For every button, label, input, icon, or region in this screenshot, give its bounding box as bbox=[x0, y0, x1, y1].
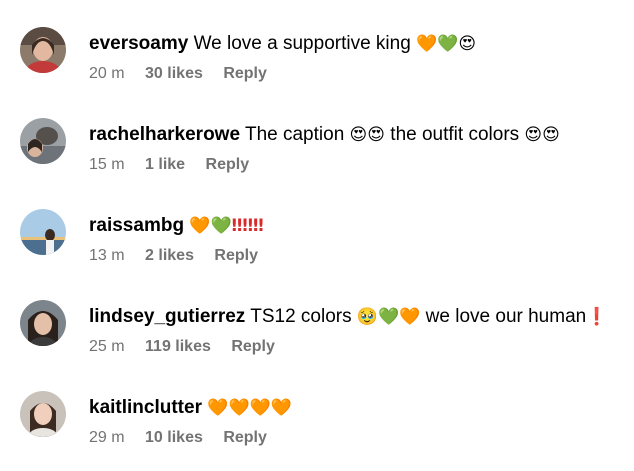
comment-text: kaitlinclutter 🧡🧡🧡🧡 bbox=[89, 396, 292, 420]
comment-text: lindsey_gutierrez TS12 colors 🥹💚🧡 we lov… bbox=[89, 305, 607, 329]
heart-eyes-icon: 😍 bbox=[524, 125, 543, 145]
timestamp: 15 m bbox=[89, 156, 125, 173]
timestamp: 20 m bbox=[89, 65, 125, 82]
timestamp: 13 m bbox=[89, 247, 125, 264]
green-heart-icon: 💚 bbox=[437, 34, 459, 54]
orange-heart-icon: 🧡 bbox=[228, 398, 250, 418]
orange-heart-icon: 🧡 bbox=[249, 398, 271, 418]
orange-heart-icon: 🧡 bbox=[189, 216, 211, 236]
comment-text: rachelharkerowe The caption 😍😍 the outfi… bbox=[89, 123, 560, 147]
avatar[interactable] bbox=[20, 118, 66, 164]
avatar[interactable] bbox=[20, 391, 66, 437]
comment-message: The caption bbox=[244, 124, 345, 145]
reply-button[interactable]: Reply bbox=[223, 429, 267, 446]
username[interactable]: rachelharkerowe bbox=[89, 124, 240, 145]
reply-button[interactable]: Reply bbox=[214, 247, 258, 264]
exclamation-icon: ❗ bbox=[586, 307, 608, 327]
orange-heart-icon: 🧡 bbox=[416, 34, 438, 54]
avatar[interactable] bbox=[20, 209, 66, 255]
comment-meta: 29 m 10 likes Reply bbox=[89, 429, 283, 447]
comment-item: kaitlinclutter 🧡🧡🧡🧡 29 m 10 likes Reply bbox=[0, 391, 634, 471]
avatar[interactable] bbox=[20, 300, 66, 346]
holding-back-tears-icon: 🥹 bbox=[356, 307, 379, 327]
comment-meta: 13 m 2 likes Reply bbox=[89, 247, 274, 265]
reply-button[interactable]: Reply bbox=[231, 338, 275, 355]
comment-message: TS12 colors bbox=[250, 306, 352, 327]
likes-count[interactable]: 30 likes bbox=[145, 65, 203, 82]
comments-list: eversoamy We love a supportive king 🧡💚😍 … bbox=[0, 0, 634, 462]
avatar[interactable] bbox=[20, 27, 66, 73]
orange-heart-icon: 🧡 bbox=[270, 398, 292, 418]
orange-heart-icon: 🧡 bbox=[399, 307, 421, 327]
likes-count[interactable]: 2 likes bbox=[145, 247, 194, 264]
comment-item: raissambg 🧡💚‼‼‼ 13 m 2 likes Reply bbox=[0, 209, 634, 289]
heart-eyes-icon: 😍 bbox=[349, 125, 368, 145]
comment-item: lindsey_gutierrez TS12 colors 🥹💚🧡 we lov… bbox=[0, 300, 634, 380]
orange-heart-icon: 🧡 bbox=[207, 398, 229, 418]
username[interactable]: kaitlinclutter bbox=[89, 397, 202, 418]
username[interactable]: eversoamy bbox=[89, 33, 188, 54]
likes-count[interactable]: 10 likes bbox=[145, 429, 203, 446]
comment-message: we love our human bbox=[425, 306, 587, 327]
comment-text: raissambg 🧡💚‼‼‼ bbox=[89, 214, 264, 238]
green-heart-icon: 💚 bbox=[210, 216, 232, 236]
reply-button[interactable]: Reply bbox=[206, 156, 250, 173]
likes-count[interactable]: 1 like bbox=[145, 156, 185, 173]
heart-eyes-icon: 😍 bbox=[542, 125, 560, 145]
timestamp: 25 m bbox=[89, 338, 125, 355]
comment-meta: 25 m 119 likes Reply bbox=[89, 338, 291, 356]
username[interactable]: raissambg bbox=[89, 215, 184, 236]
likes-count[interactable]: 119 likes bbox=[145, 338, 211, 355]
timestamp: 29 m bbox=[89, 429, 125, 446]
comment-message: We love a supportive king bbox=[193, 33, 411, 54]
comment-item: eversoamy We love a supportive king 🧡💚😍 … bbox=[0, 27, 634, 107]
comment-text: eversoamy We love a supportive king 🧡💚😍 bbox=[89, 32, 476, 56]
comment-meta: 20 m 30 likes Reply bbox=[89, 65, 283, 83]
heart-eyes-icon: 😍 bbox=[367, 125, 386, 145]
comment-message: the outfit colors bbox=[390, 124, 520, 145]
comment-item: rachelharkerowe The caption 😍😍 the outfi… bbox=[0, 118, 634, 198]
comment-meta: 15 m 1 like Reply bbox=[89, 156, 265, 174]
reply-button[interactable]: Reply bbox=[223, 65, 267, 82]
username[interactable]: lindsey_gutierrez bbox=[89, 306, 245, 327]
green-heart-icon: 💚 bbox=[378, 307, 400, 327]
heart-eyes-icon: 😍 bbox=[458, 34, 477, 54]
double-exclamation-icon: ‼‼‼ bbox=[231, 216, 264, 236]
